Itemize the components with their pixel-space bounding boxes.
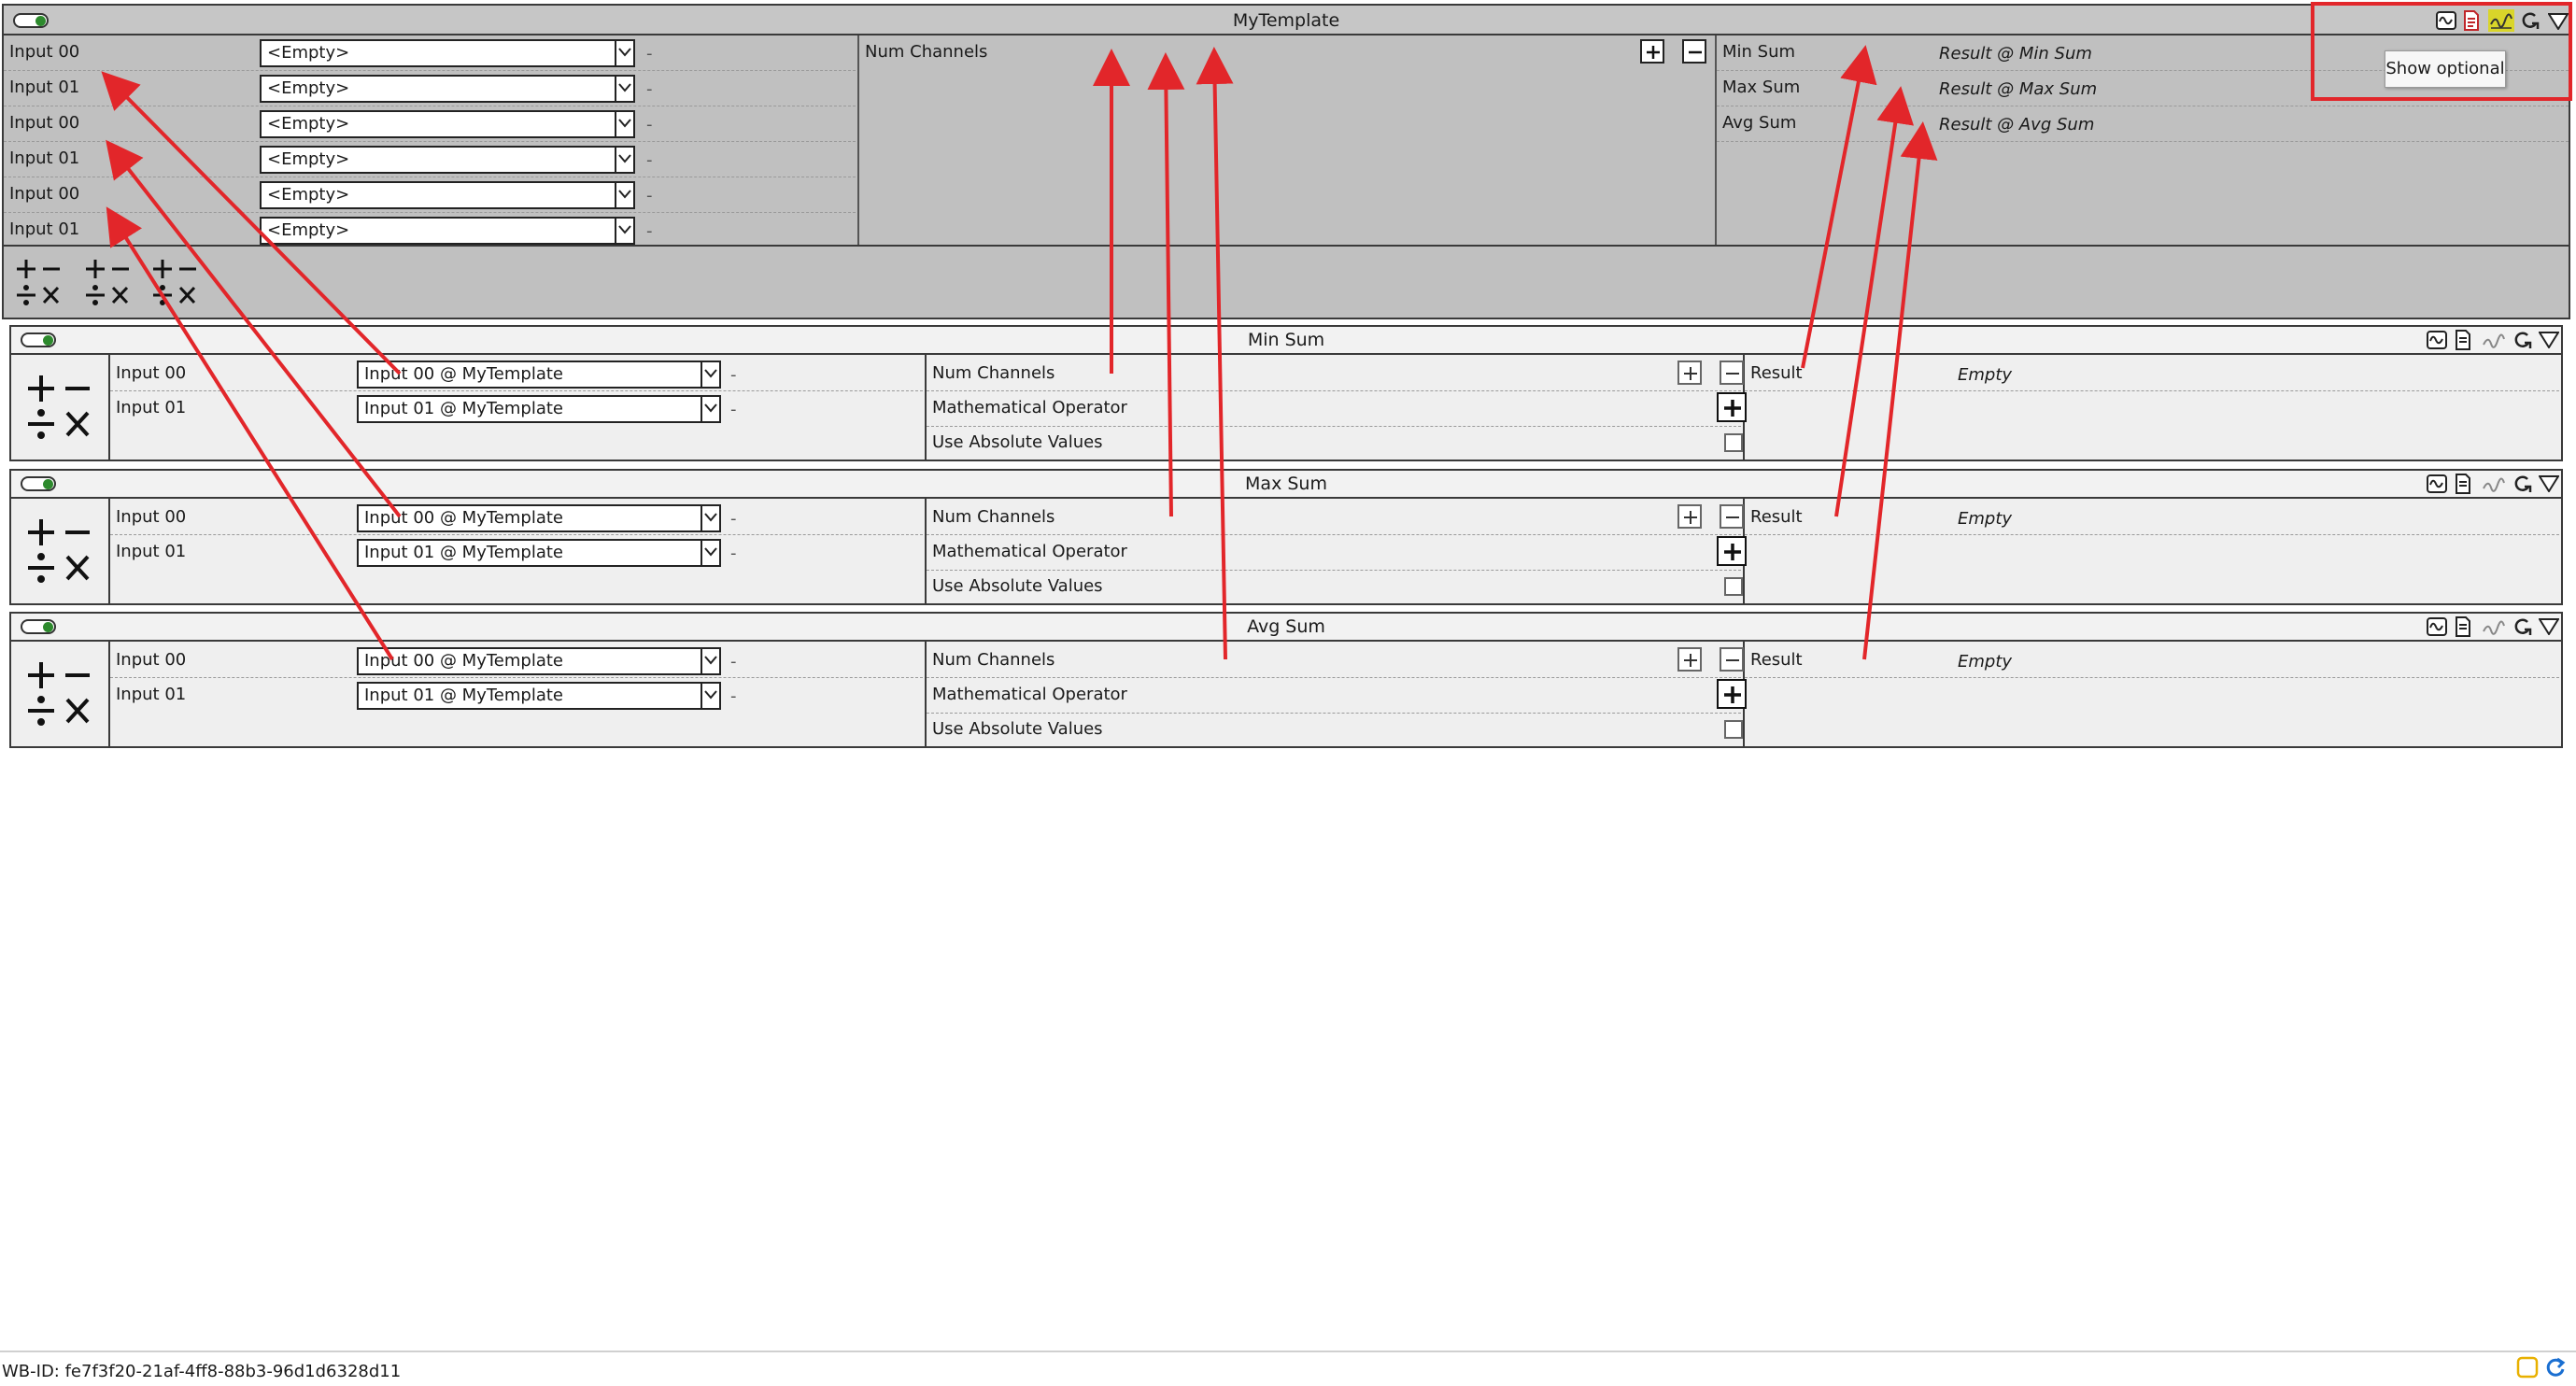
annotation-arrow (106, 206, 394, 661)
notification-icon[interactable] (2516, 1356, 2539, 1379)
sync-icon[interactable] (2544, 1356, 2567, 1379)
annotation-arrows (101, 45, 1938, 661)
annotation-arrow (1862, 121, 1938, 660)
workbench-id: WB-ID: fe7f3f20-21af-4ff8-88b3-96d1d6328… (2, 1362, 402, 1381)
annotation-arrow (1834, 86, 1915, 517)
annotation-arrow (1196, 47, 1234, 660)
annotation-arrow (1147, 52, 1185, 517)
annotation-arrow (1801, 45, 1877, 369)
